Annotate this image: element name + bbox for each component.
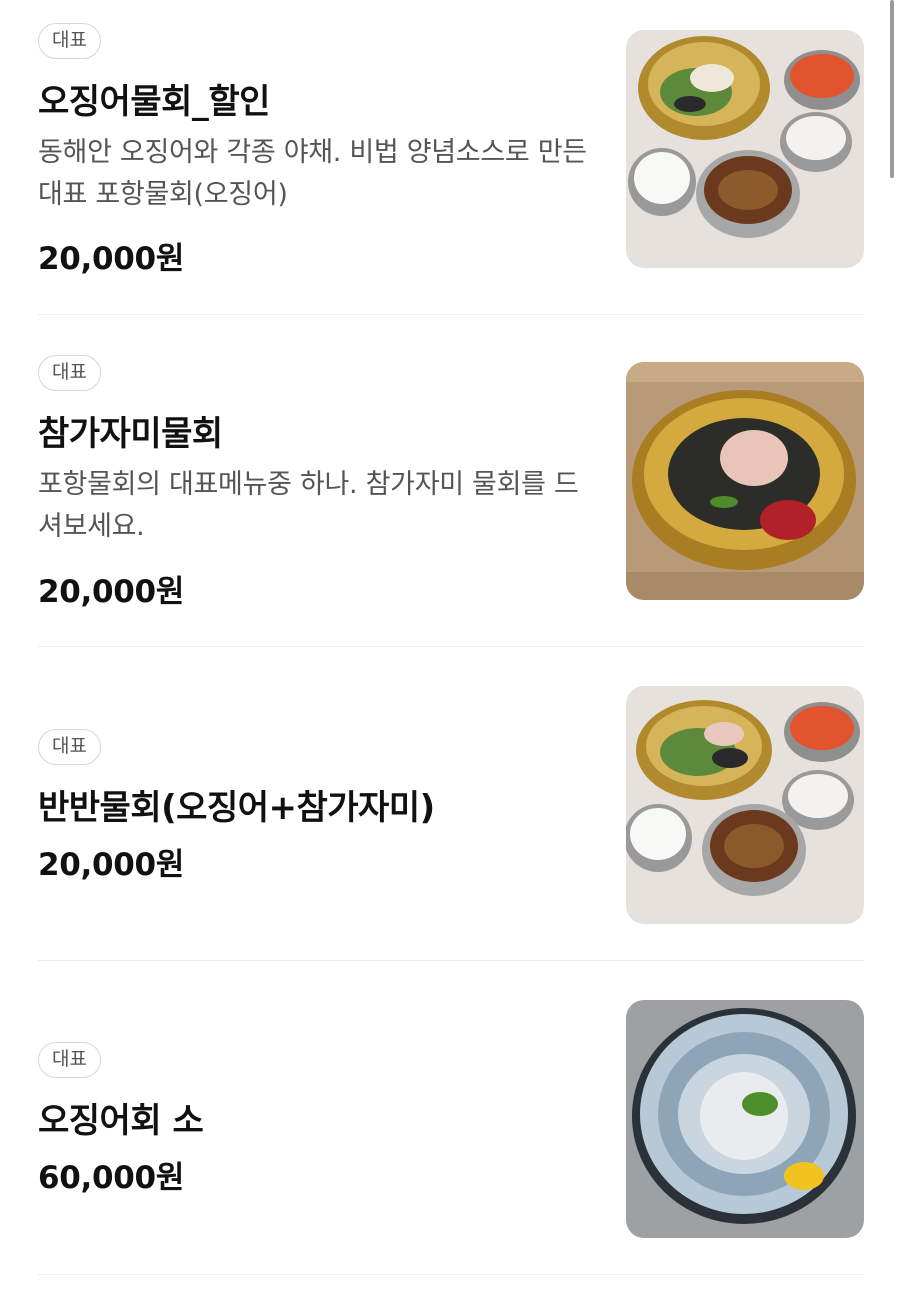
menu-item-name: 반반물회(오징어+참가자미) xyxy=(38,788,435,828)
divider xyxy=(38,646,864,647)
menu-item-photo[interactable] xyxy=(626,686,864,924)
menu-item[interactable]: 대표 참가자미물회 포항물회의 대표메뉴중 하나. 참가자미 물회를 드셔보세요… xyxy=(38,316,864,648)
menu-item[interactable]: 대표 오징어회 소 60,000원 xyxy=(38,962,864,1276)
menu-item-description: 포항물회의 대표메뉴중 하나. 참가자미 물회를 드셔보세요. xyxy=(38,469,579,542)
representative-badge: 대표 xyxy=(38,729,101,765)
menu-item-name: 오징어물회_할인 xyxy=(38,82,270,122)
menu-item-price: 60,000원 xyxy=(38,1160,185,1196)
divider xyxy=(38,314,864,315)
divider xyxy=(38,1274,864,1275)
menu-item-photo[interactable] xyxy=(626,30,864,268)
menu-item-name: 오징어회 소 xyxy=(38,1101,204,1141)
menu-item-photo[interactable] xyxy=(626,362,864,600)
scrollbar[interactable] xyxy=(890,0,894,178)
menu-item-description: 동해안 오징어와 각종 야채. 비법 양념소스로 만든 대표 포항물회(오징어) xyxy=(38,137,587,210)
menu-item-photo[interactable] xyxy=(626,1000,864,1238)
menu-item[interactable]: 대표 오징어물회_할인 동해안 오징어와 각종 야채. 비법 양념소스로 만든 … xyxy=(38,0,864,316)
divider xyxy=(38,960,864,961)
menu-item-name: 참가자미물회 xyxy=(38,414,223,454)
representative-badge: 대표 xyxy=(38,23,101,59)
menu-item-price: 20,000원 xyxy=(38,847,185,883)
menu-item[interactable]: 대표 반반물회(오징어+참가자미) 20,000원 xyxy=(38,648,864,962)
representative-badge: 대표 xyxy=(38,1042,101,1078)
menu-item-price: 20,000원 xyxy=(38,574,185,610)
menu-item-price: 20,000원 xyxy=(38,241,185,277)
representative-badge: 대표 xyxy=(38,355,101,391)
